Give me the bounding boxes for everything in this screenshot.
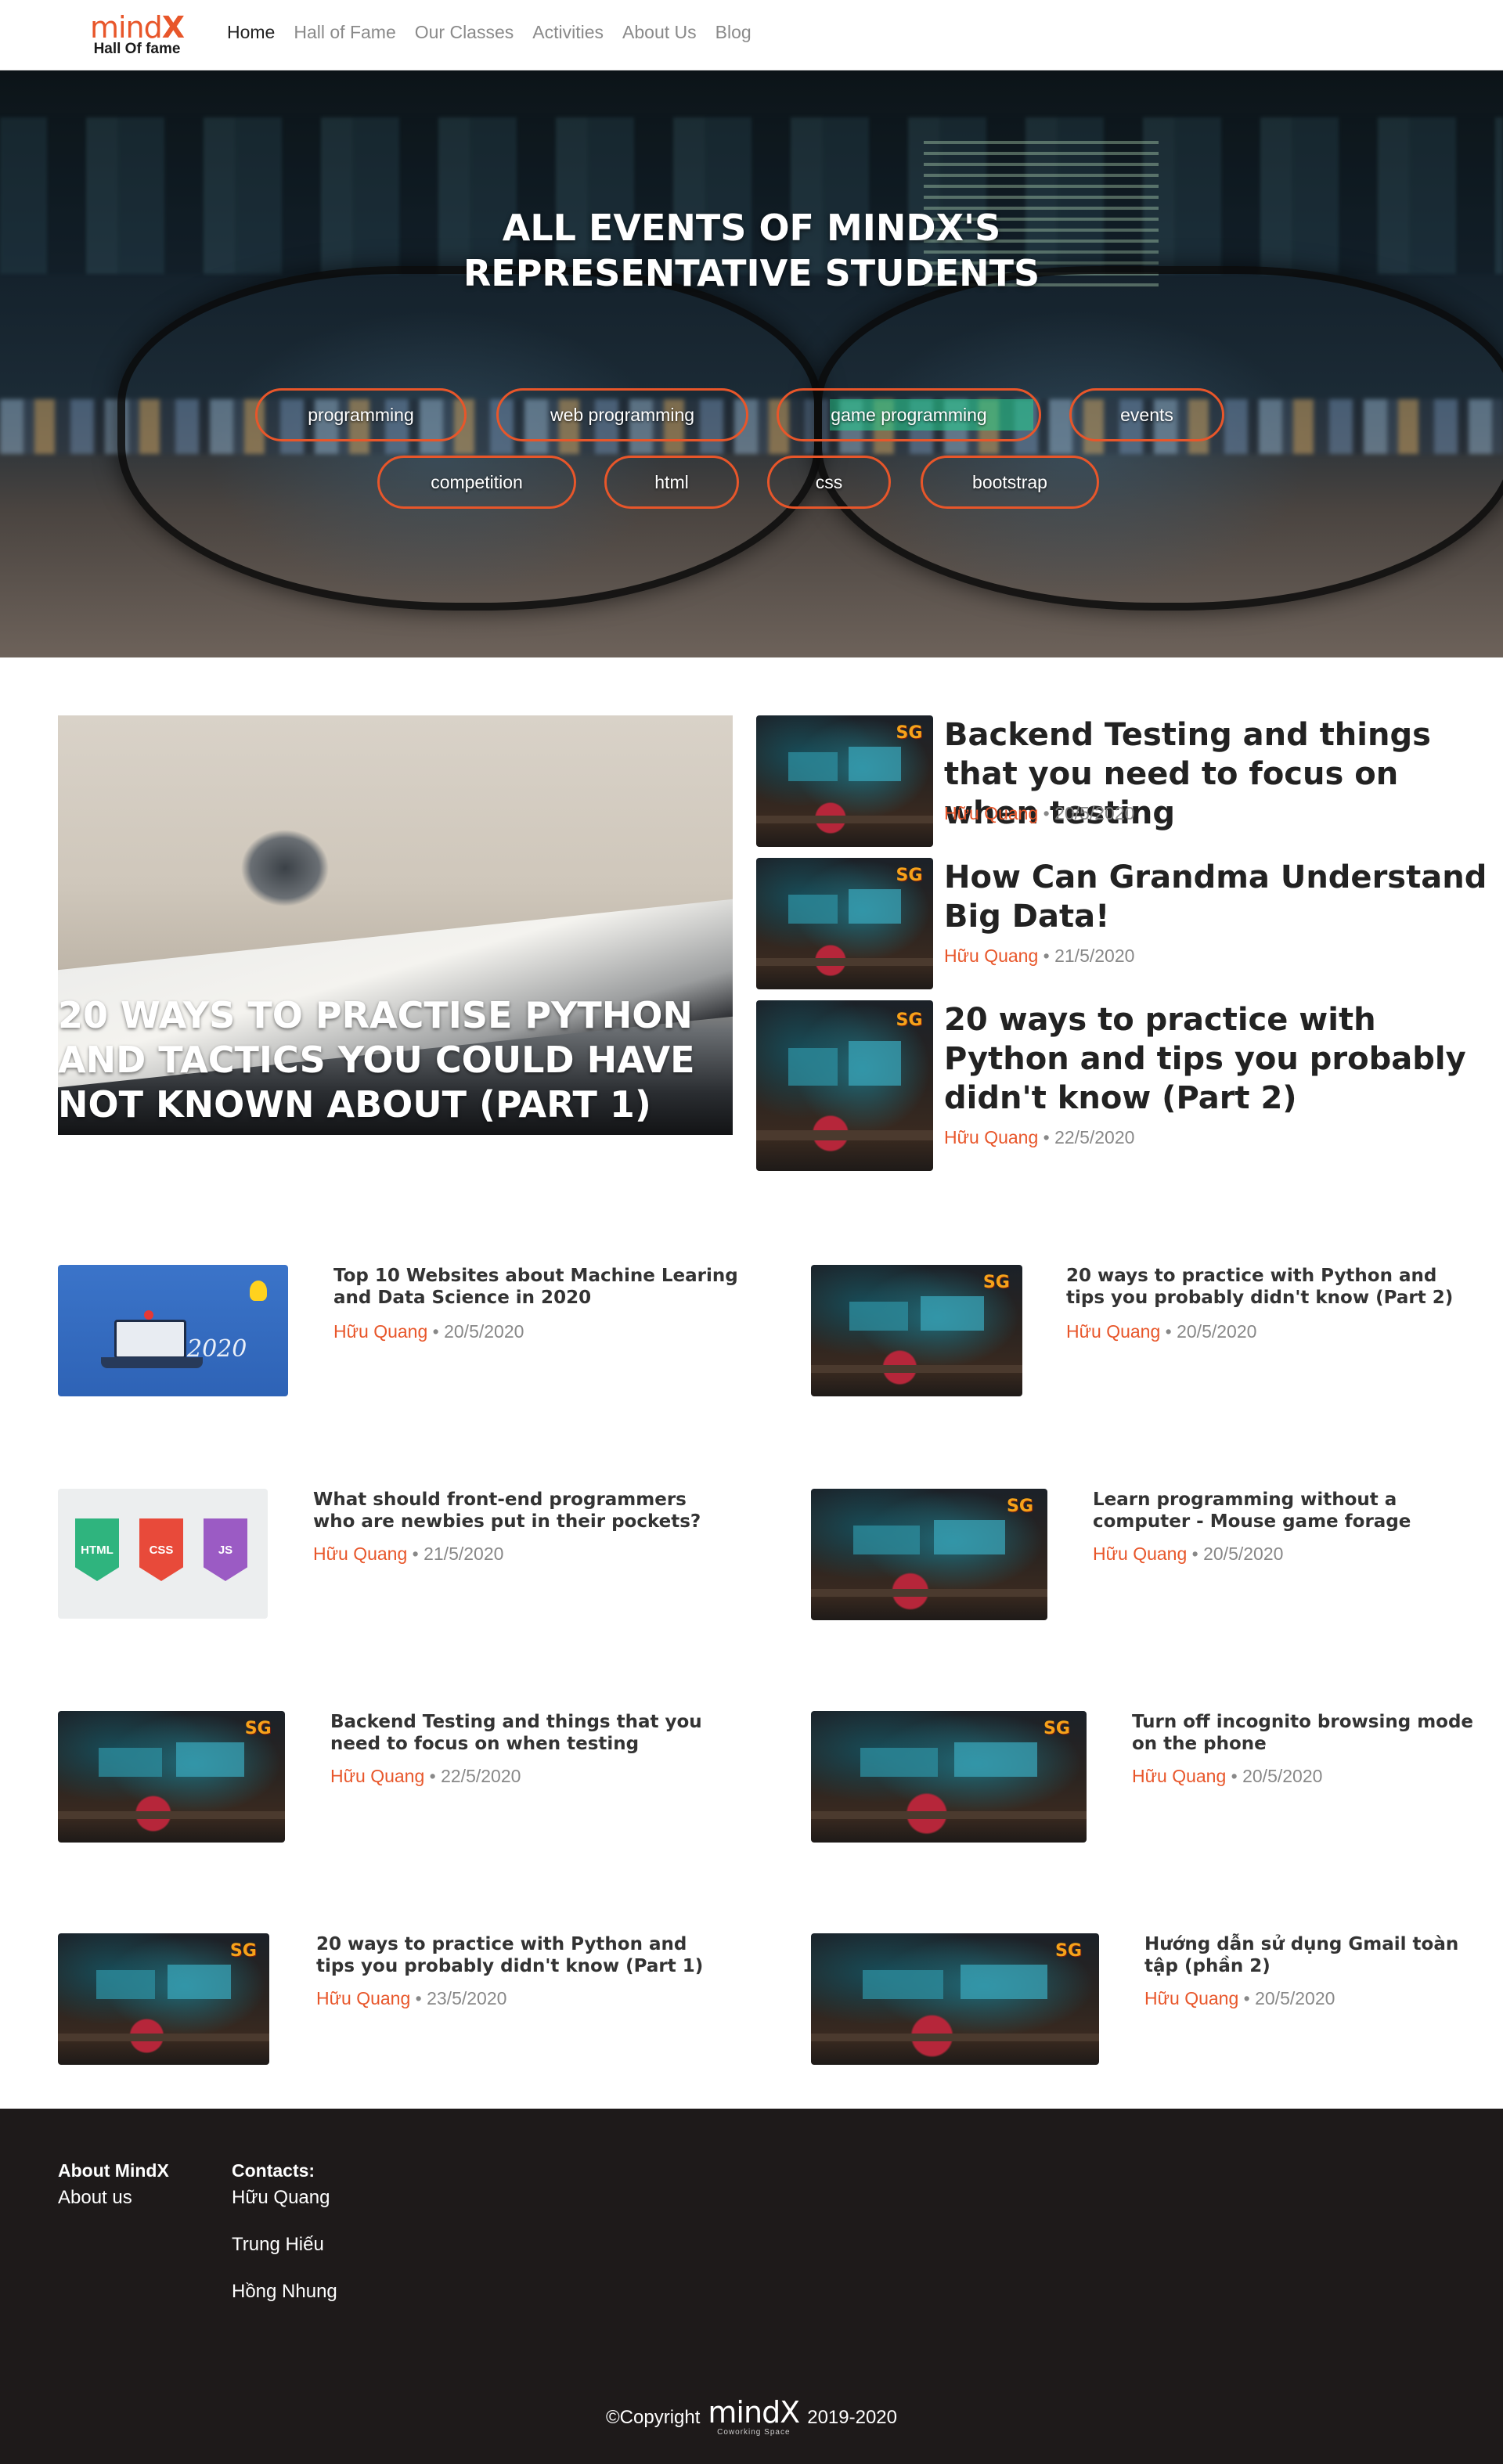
post-date: 20/5/2020 <box>1255 1988 1335 2008</box>
post-author[interactable]: Hữu Quang <box>944 1127 1038 1147</box>
footer-contact-link[interactable]: Hữu Quang <box>232 2187 330 2209</box>
post-author[interactable]: Hữu Quang <box>944 803 1038 823</box>
nav-activities[interactable]: Activities <box>532 22 604 43</box>
post-date: 22/5/2020 <box>1054 1127 1135 1147</box>
nav-our-classes[interactable]: Our Classes <box>415 22 514 43</box>
post-meta: Hữu Quang • 21/5/2020 <box>944 946 1135 966</box>
grid-post-title[interactable]: Backend Testing and things that you need… <box>330 1711 737 1755</box>
tag-programming[interactable]: programming <box>255 388 467 441</box>
footer-logo: mindX Coworking Space <box>708 2395 800 2437</box>
pin-icon <box>144 1310 153 1320</box>
featured-post-title[interactable]: 20 WAYS TO PRACTISE PYTHON AND TACTICS Y… <box>58 993 733 1127</box>
nav-home[interactable]: Home <box>227 22 275 43</box>
nav-about-us[interactable]: About Us <box>622 22 697 43</box>
post-meta: Hữu Quang • 21/5/2020 <box>313 1544 504 1564</box>
hero-banner: ALL EVENTS OF MINDX'S REPRESENTATIVE STU… <box>0 70 1503 657</box>
hero-title-line1: ALL EVENTS OF MINDX'S <box>502 207 1001 249</box>
post-author[interactable]: Hữu Quang <box>1066 1321 1160 1342</box>
grid-post-thumbnail[interactable]: SG <box>58 1933 269 2065</box>
grid-post-thumbnail[interactable]: SG <box>811 1711 1087 1843</box>
footer-about-heading: About MindX <box>58 2160 169 2181</box>
side-post-title[interactable]: 20 ways to practice with Python and tips… <box>944 1000 1492 1118</box>
footer: About MindX About us Contacts: Hữu Quang… <box>0 2109 1503 2464</box>
lightbulb-icon <box>250 1281 267 1301</box>
navbar: mindX Hall Of fame Home Hall of Fame Our… <box>0 0 1503 70</box>
post-meta: Hữu Quang • 20/5/2020 <box>1093 1544 1284 1564</box>
post-author[interactable]: Hữu Quang <box>1093 1544 1187 1564</box>
tag-competition[interactable]: competition <box>377 456 576 509</box>
post-date: 22/5/2020 <box>441 1766 521 1786</box>
tag-events[interactable]: events <box>1069 388 1224 441</box>
post-author[interactable]: Hữu Quang <box>1132 1766 1226 1786</box>
post-meta: Hữu Quang • 20/5/2020 <box>944 803 1135 823</box>
post-author[interactable]: Hữu Quang <box>313 1544 407 1564</box>
copyright-years: 2019-2020 <box>807 2406 897 2428</box>
grid-post-thumbnail[interactable]: SG <box>811 1489 1047 1620</box>
logo[interactable]: mindX Hall Of fame <box>88 11 186 59</box>
grid-post-thumbnail[interactable]: SG <box>811 1265 1022 1396</box>
grid-post-thumbnail[interactable]: SG <box>811 1933 1099 2065</box>
main-nav: Home Hall of Fame Our Classes Activities… <box>227 22 752 43</box>
post-author[interactable]: Hữu Quang <box>1144 1988 1238 2008</box>
side-post-thumbnail[interactable]: SG <box>756 715 933 847</box>
post-date: 21/5/2020 <box>1054 946 1135 966</box>
hero-title-line2: REPRESENTATIVE STUDENTS <box>463 252 1040 294</box>
footer-contact-link[interactable]: Hồng Nhung <box>232 2281 337 2303</box>
post-author[interactable]: Hữu Quang <box>944 946 1038 966</box>
footer-about-link[interactable]: About us <box>58 2187 132 2209</box>
logo-subtitle: Hall Of fame <box>93 41 181 57</box>
hero-title: ALL EVENTS OF MINDX'S REPRESENTATIVE STU… <box>0 205 1503 296</box>
grid-post-title[interactable]: 20 ways to practice with Python and tips… <box>1066 1265 1473 1309</box>
grid-post-thumbnail[interactable]: 2020 <box>58 1265 288 1396</box>
post-author[interactable]: Hữu Quang <box>330 1766 424 1786</box>
html-badge-icon: HTML <box>75 1518 119 1581</box>
copyright-prefix: ©Copyright <box>606 2406 701 2428</box>
post-date: 20/5/2020 <box>444 1321 524 1342</box>
tag-web-programming[interactable]: web programming <box>496 388 748 441</box>
nav-hall-of-fame[interactable]: Hall of Fame <box>294 22 395 43</box>
post-meta: Hữu Quang • 23/5/2020 <box>316 1988 507 2008</box>
footer-contact-link[interactable]: Trung Hiếu <box>232 2234 324 2256</box>
copyright: ©Copyright mindX Coworking Space 2019-20… <box>0 2395 1503 2437</box>
post-author[interactable]: Hữu Quang <box>316 1988 410 2008</box>
grid-post-title[interactable]: Hướng dẫn sử dụng Gmail toàn tập (phần 2… <box>1144 1933 1489 1977</box>
post-date: 20/5/2020 <box>1177 1321 1257 1342</box>
logo-wordmark: mindX <box>89 10 185 45</box>
side-post-title[interactable]: How Can Grandma Understand Big Data! <box>944 858 1492 936</box>
post-meta: Hữu Quang • 22/5/2020 <box>330 1766 521 1786</box>
js-badge-icon: JS <box>204 1518 247 1581</box>
side-post-thumbnail[interactable]: SG <box>756 858 933 989</box>
post-meta: Hữu Quang • 20/5/2020 <box>1066 1321 1257 1342</box>
tag-css[interactable]: css <box>767 456 891 509</box>
post-meta: Hữu Quang • 20/5/2020 <box>333 1321 524 1342</box>
grid-post-title[interactable]: 20 ways to practice with Python and tips… <box>316 1933 723 1977</box>
post-meta: Hữu Quang • 20/5/2020 <box>1132 1766 1323 1786</box>
grid-post-thumbnail[interactable]: HTML CSS JS <box>58 1489 268 1619</box>
post-date: 20/5/2020 <box>1203 1544 1284 1564</box>
nav-blog[interactable]: Blog <box>715 22 752 43</box>
grid-post-title[interactable]: What should front-end programmers who ar… <box>313 1489 720 1533</box>
grid-post-title[interactable]: Turn off incognito browsing mode on the … <box>1132 1711 1492 1755</box>
grid-post-thumbnail[interactable]: SG <box>58 1711 285 1843</box>
tag-bootstrap[interactable]: bootstrap <box>921 456 1099 509</box>
post-date: 21/5/2020 <box>424 1544 504 1564</box>
post-author[interactable]: Hữu Quang <box>333 1321 427 1342</box>
grid-post-title[interactable]: Learn programming without a computer - M… <box>1093 1489 1469 1533</box>
post-meta: Hữu Quang • 20/5/2020 <box>1144 1988 1335 2008</box>
footer-contacts-heading: Contacts: <box>232 2160 315 2181</box>
post-date: 20/5/2020 <box>1054 803 1135 823</box>
post-date: 20/5/2020 <box>1242 1766 1323 1786</box>
side-post-thumbnail[interactable]: SG <box>756 1000 933 1171</box>
featured-post[interactable]: 20 WAYS TO PRACTISE PYTHON AND TACTICS Y… <box>58 715 733 1135</box>
laptop-icon <box>114 1320 186 1359</box>
tag-html[interactable]: html <box>604 456 739 509</box>
post-date: 23/5/2020 <box>427 1988 507 2008</box>
css-badge-icon: CSS <box>139 1518 183 1581</box>
grid-post-title[interactable]: Top 10 Websites about Machine Learing an… <box>333 1265 741 1309</box>
post-meta: Hữu Quang • 22/5/2020 <box>944 1127 1135 1147</box>
tag-game-programming[interactable]: game programming <box>777 388 1041 441</box>
